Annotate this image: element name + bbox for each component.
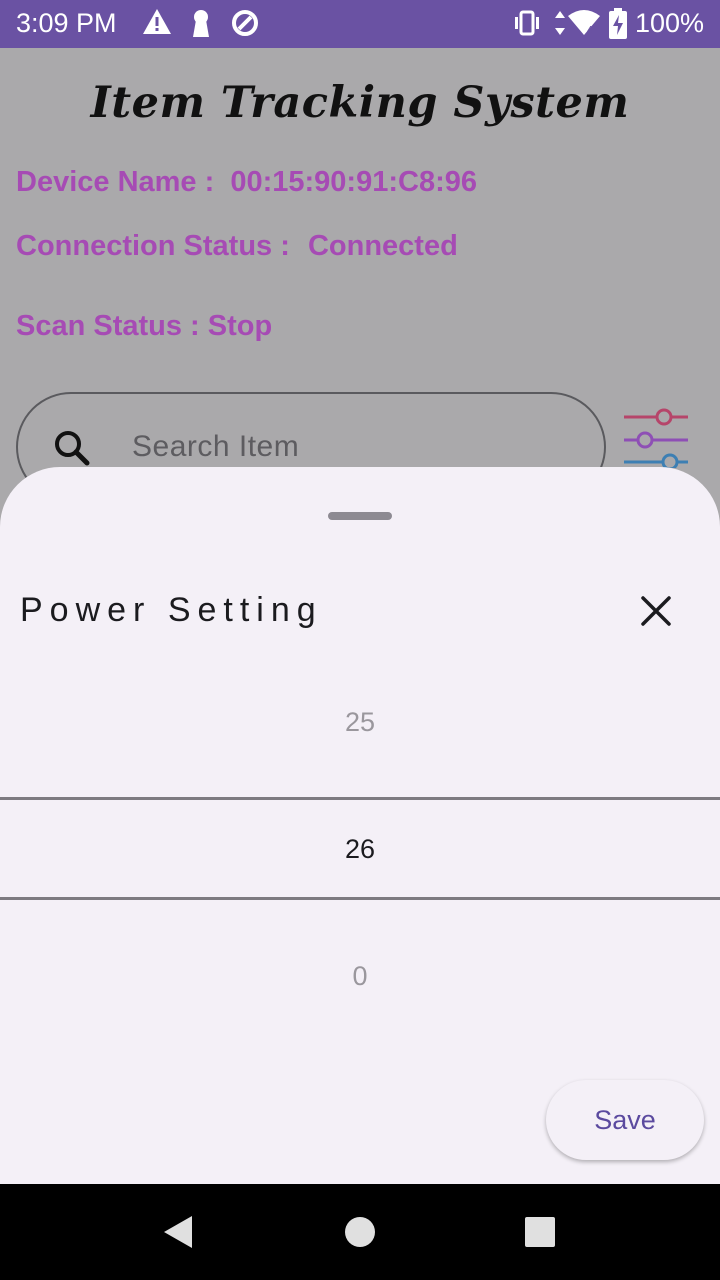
scan-status-label: Scan Status : [16,310,200,342]
picker-divider-bottom [0,897,720,900]
app-title: Item Tracking System [90,78,630,128]
vibrate-icon [512,8,542,43]
battery-percent: 100% [634,8,704,38]
recents-icon[interactable] [524,1216,556,1253]
warning-icon [142,8,172,41]
svg-text:4: 4 [587,25,593,36]
picker-selected-value[interactable]: 26 [0,834,720,865]
search-input[interactable]: Search Item [132,430,299,464]
navigation-bar [0,1184,720,1280]
wifi-icon: 4 [566,8,602,43]
picker-divider-top [0,797,720,800]
power-setting-sheet: Power Setting 25 26 0 Save [0,467,720,1184]
connection-status-value: Connected [307,230,458,262]
keyhole-icon [190,8,212,43]
data-saver-icon [230,8,260,43]
close-button[interactable] [630,585,682,637]
picker-option-below[interactable]: 0 [0,961,720,992]
sheet-title: Power Setting [20,591,323,629]
connection-status-label: Connection Status : [16,230,290,262]
home-icon[interactable] [344,1216,376,1253]
device-name-row: Device Name : 00:15:90:91:C8:96 [16,166,477,199]
scan-status-value: Stop [207,310,273,342]
battery-charging-icon [608,8,628,45]
filter-settings-icon[interactable] [622,404,690,473]
close-icon [630,596,682,641]
device-name-label: Device Name : [16,166,215,198]
drag-handle[interactable] [328,512,392,520]
status-time: 3:09 PM [16,8,117,38]
scan-status-row: Scan Status : Stop [16,310,272,343]
connection-status-row: Connection Status : Connected [16,230,458,263]
back-icon[interactable] [162,1214,194,1255]
picker-option-above[interactable]: 25 [0,707,720,738]
device-name-value: 00:15:90:91:C8:96 [230,166,477,198]
save-button[interactable]: Save [546,1080,704,1160]
status-bar: 3:09 PM 4 100% [0,0,720,48]
